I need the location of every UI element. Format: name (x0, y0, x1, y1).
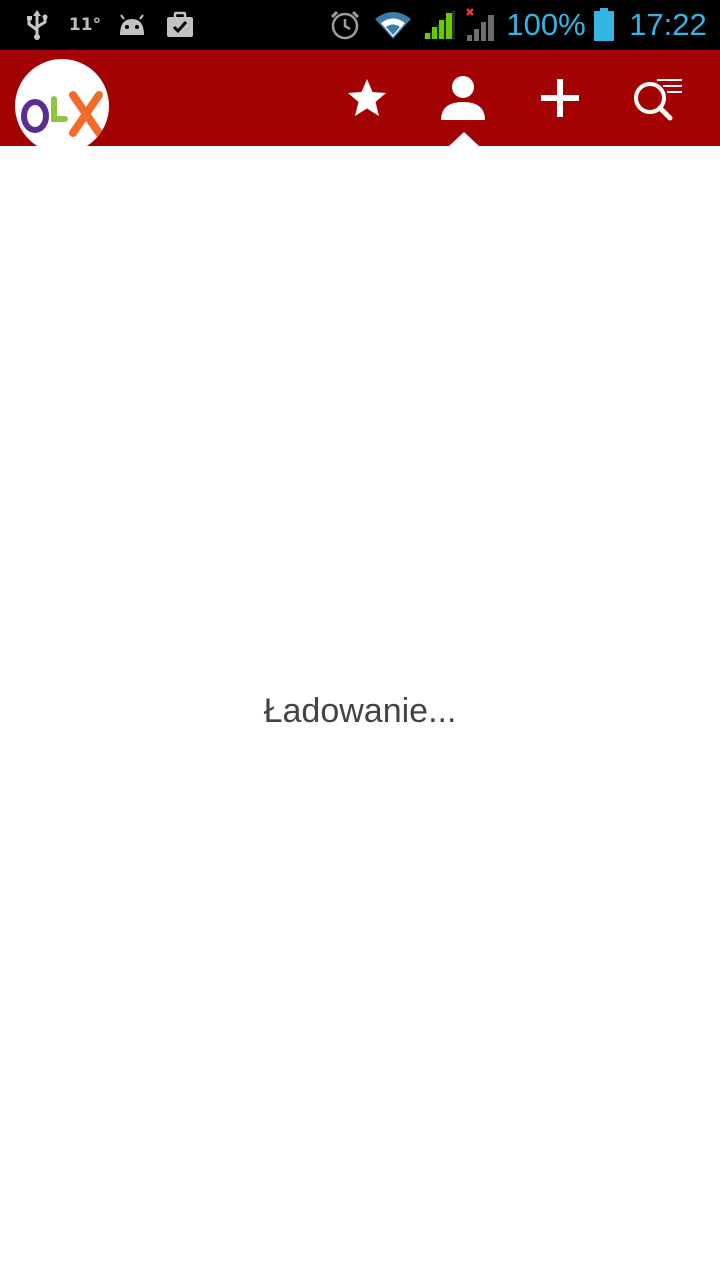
wifi-icon (372, 0, 414, 50)
battery-percent: 100% (506, 7, 586, 42)
star-icon (348, 79, 386, 116)
alarm-icon (328, 0, 362, 50)
search-button[interactable] (610, 50, 706, 146)
status-bar: 11° 100% 17:22 (0, 0, 720, 50)
active-tab-indicator (449, 132, 479, 146)
app-bar (0, 50, 720, 153)
clock-time: 17:22 (629, 7, 707, 42)
favorites-button[interactable] (319, 50, 415, 146)
temperature-text: 11° (68, 15, 102, 35)
loading-text: Ładowanie... (263, 692, 457, 730)
task-icon (166, 0, 194, 50)
android-icon (115, 0, 149, 50)
signal-no-service-icon (462, 0, 500, 50)
battery-icon (590, 0, 618, 50)
person-icon (441, 76, 485, 120)
plus-icon (541, 79, 579, 117)
olx-logo[interactable] (15, 59, 109, 153)
usb-icon (22, 0, 52, 50)
search-filter-icon (634, 79, 682, 121)
main-content: Ładowanie... (0, 146, 720, 1280)
signal-icon (420, 0, 458, 50)
add-listing-button[interactable] (512, 50, 608, 146)
